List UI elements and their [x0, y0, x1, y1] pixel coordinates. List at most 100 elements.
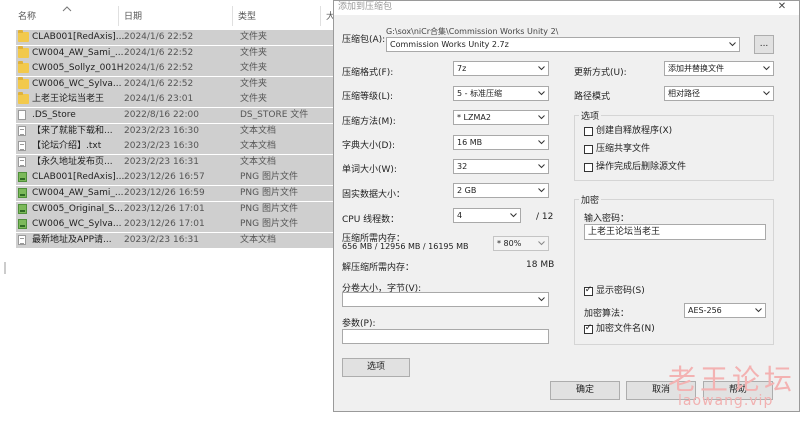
chevron-down-icon[interactable] — [538, 240, 545, 246]
file-row[interactable]: CW006_WC_Sylva... 2024/1/6 22:52 文件夹 — [16, 76, 346, 92]
chevron-down-icon[interactable] — [538, 65, 545, 71]
file-type: DS_STORE 文件 — [240, 110, 309, 120]
text-file-icon — [18, 141, 26, 152]
chevron-down-icon[interactable] — [763, 90, 770, 96]
file-type: 文件夹 — [240, 47, 268, 58]
format-combo[interactable]: 7z — [453, 61, 549, 76]
file-date: 2023/2/23 16:31 — [124, 234, 199, 245]
file-row[interactable]: 【来了就能下载和... 2023/2/23 16:30 文本文档 — [16, 123, 346, 139]
chevron-down-icon[interactable] — [538, 139, 545, 145]
chevron-down-icon[interactable] — [538, 296, 545, 302]
file-row[interactable]: CW004_AW_Sami_... 2023/12/26 16:59 PNG 图片文… — [16, 186, 346, 201]
checkbox-box[interactable] — [584, 127, 593, 136]
browse-button[interactable]: ... — [754, 35, 774, 54]
file-name: CW006_WC_Sylva... — [32, 78, 122, 89]
encryption-group: 加密 输入密码： 上老王论坛当老王 ✓ 显示密码(S) 加密算法： AES-25… — [574, 193, 774, 345]
file-date: 2023/2/23 16:31 — [124, 156, 199, 167]
file-row[interactable]: CLAB001[RedAxis]... 2023/12/26 16:57 PNG 图… — [16, 170, 346, 186]
ok-button[interactable]: 确定 — [550, 381, 620, 400]
file-date: 2024/1/6 22:52 — [124, 63, 194, 74]
file-row[interactable]: CW006_WC_Sylva... 2023/12/26 17:01 PNG 图片文… — [16, 217, 346, 233]
solid-value: 2 GB — [457, 186, 477, 195]
cpu-label: CPU 线程数： — [342, 215, 400, 225]
mem-percent-combo[interactable]: * 80% — [493, 236, 549, 251]
shared-files-label: 压缩共享文件 — [596, 144, 651, 154]
solid-label: 固实数据大小： — [342, 190, 406, 200]
word-label: 单词大小(W): — [342, 165, 397, 175]
file-row[interactable]: 上老王论坛当老王 2024/1/6 23:01 文件夹 — [16, 92, 346, 108]
text-file-icon — [18, 234, 26, 245]
file-name: CW005_Original_S... — [32, 203, 123, 214]
chevron-down-icon[interactable] — [763, 65, 770, 71]
archive-label: 压缩包(A): — [342, 35, 386, 45]
column-header-name[interactable]: 名称 — [18, 8, 36, 26]
volume-combo[interactable] — [342, 292, 549, 307]
level-value: 5 - 标准压缩 — [457, 89, 503, 98]
checkmark-icon: ✓ — [584, 323, 593, 333]
file-row[interactable]: 【永久地址发布页... 2023/2/23 16:31 文本文档 — [16, 154, 346, 170]
chevron-up-icon[interactable] — [62, 5, 72, 13]
chevron-down-icon[interactable] — [729, 41, 736, 47]
file-row[interactable]: CW005_Sollyz_001H 2024/1/6 22:52 文件夹 — [16, 61, 346, 77]
word-value: 32 — [457, 162, 468, 171]
options-button[interactable]: 选项 — [342, 358, 410, 377]
file-type: 文本文档 — [240, 141, 277, 152]
mem-decomp-label: 解压缩所需内存： — [342, 263, 415, 273]
file-row[interactable]: CW004_AW_Sami_... 2024/1/6 22:52 文件夹 — [16, 45, 346, 61]
algo-combo[interactable]: AES-256 — [684, 303, 766, 318]
file-date: 2024/1/6 22:52 — [124, 78, 194, 89]
options-group: 选项 创建自释放程序(X) 压缩共享文件 操作完成后删除源文件 — [574, 109, 774, 181]
path-mode-combo[interactable]: 相对路径 — [664, 86, 774, 101]
file-row[interactable]: 最新地址及APP请... 2023/2/23 16:31 文本文档 — [16, 232, 346, 248]
level-label: 压缩等级(L): — [342, 92, 394, 102]
dialog-title: 添加到压缩包 — [338, 2, 393, 12]
file-row[interactable]: CW005_Original_S... 2023/12/26 17:01 PNG 图… — [16, 201, 346, 217]
chevron-down-icon[interactable] — [538, 90, 545, 96]
word-combo[interactable]: 32 — [453, 159, 549, 174]
cpu-value: 4 — [457, 211, 463, 220]
file-type: PNG 图片文件 — [240, 172, 298, 183]
column-separator[interactable] — [320, 6, 321, 26]
dict-combo[interactable]: 16 MB — [453, 135, 549, 150]
file-name: CW006_WC_Sylva... — [32, 219, 122, 230]
file-date: 2024/1/6 23:01 — [124, 94, 194, 105]
column-separator[interactable] — [232, 6, 233, 26]
file-type: 文件夹 — [240, 78, 268, 89]
file-type: PNG 图片文件 — [240, 188, 298, 198]
file-date: 2023/12/26 16:59 — [124, 188, 205, 198]
solid-combo[interactable]: 2 GB — [453, 183, 549, 198]
encrypt-names-label: 加密文件名(N) — [596, 324, 655, 334]
update-combo[interactable]: 添加并替换文件 — [664, 61, 774, 76]
add-to-archive-dialog: 添加到压缩包 ✕ 压缩包(A): G:\sox\niCr合集\Commissio… — [333, 0, 800, 412]
chevron-down-icon[interactable] — [538, 163, 545, 169]
column-header-type[interactable]: 类型 — [238, 8, 256, 26]
column-separator[interactable] — [118, 6, 119, 26]
show-password-label: 显示密码(S) — [596, 286, 645, 296]
close-icon[interactable]: ✕ — [775, 1, 789, 13]
level-combo[interactable]: 5 - 标准压缩 — [453, 86, 549, 101]
params-input[interactable] — [342, 329, 549, 344]
archive-name-combo[interactable]: Commission Works Unity 2.7z — [386, 37, 740, 52]
chevron-down-icon[interactable] — [755, 307, 762, 313]
chevron-down-icon[interactable] — [538, 114, 545, 120]
password-input[interactable]: 上老王论坛当老王 — [584, 224, 766, 240]
checkbox-box[interactable] — [584, 145, 593, 154]
dialog-titlebar[interactable]: 添加到压缩包 ✕ — [334, 1, 799, 15]
file-date: 2023/2/23 16:30 — [124, 141, 199, 152]
cpu-combo[interactable]: 4 — [453, 208, 521, 223]
params-label: 参数(P): — [342, 319, 376, 329]
text-file-icon — [18, 125, 26, 136]
image-file-icon — [18, 172, 27, 183]
method-combo[interactable]: * LZMA2 — [453, 110, 549, 125]
file-row[interactable]: .DS_Store 2022/8/16 22:00 DS_STORE 文件 — [16, 108, 346, 123]
file-name: 上老王论坛当老王 — [32, 94, 105, 105]
file-name: CLAB001[RedAxis]... — [32, 172, 124, 183]
checkbox-box[interactable] — [584, 163, 593, 172]
column-header-date[interactable]: 日期 — [124, 8, 142, 26]
chevron-down-icon[interactable] — [510, 212, 517, 218]
archive-path: G:\sox\niCr合集\Commission Works Unity 2\ — [386, 27, 559, 36]
mem-decomp-value: 18 MB — [526, 260, 555, 270]
chevron-down-icon[interactable] — [538, 187, 545, 193]
file-row[interactable]: CLAB001[RedAxis]... 2024/1/6 22:52 文件夹 — [16, 30, 346, 45]
file-row[interactable]: 【论坛介绍】.txt 2023/2/23 16:30 文本文档 — [16, 139, 346, 155]
